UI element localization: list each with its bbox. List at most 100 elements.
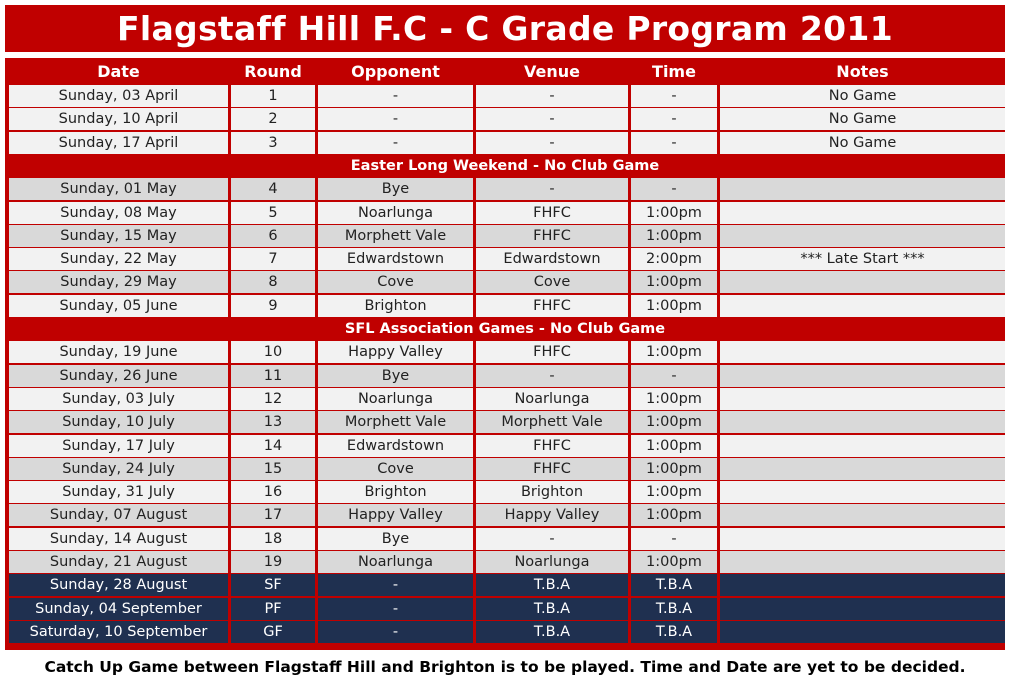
notes-cell <box>720 271 1005 294</box>
round-cell: 9 <box>231 294 315 317</box>
date-cell: Sunday, 31 July <box>9 481 228 504</box>
notes-cell <box>720 597 1005 620</box>
table-row: Sunday, 26 June 11 Bye - - <box>5 364 1005 387</box>
date-cell: Sunday, 21 August <box>9 551 228 573</box>
table-header-row: Date Round Opponent Venue Time Notes <box>5 61 1005 83</box>
date-cell: Sunday, 07 August <box>9 504 228 527</box>
date-cell: Sunday, 03 July <box>9 387 228 410</box>
notes-cell <box>720 504 1005 527</box>
round-cell: 14 <box>231 434 315 457</box>
notes-cell <box>720 574 1005 597</box>
time-cell: 1:00pm <box>631 411 717 434</box>
venue-cell: Brighton <box>476 481 628 504</box>
table-row: Sunday, 07 August 17 Happy Valley Happy Val… <box>5 504 1005 527</box>
venue-cell: - <box>476 131 628 154</box>
time-cell: 1:00pm <box>631 434 717 457</box>
venue-cell: - <box>476 178 628 201</box>
venue-cell: Noarlunga <box>476 551 628 573</box>
table-row: Sunday, 03 July 12 Noarlunga Noarlunga 1:00p… <box>5 387 1005 410</box>
notes-cell: No Game <box>720 85 1005 107</box>
time-cell: 1:00pm <box>631 504 717 527</box>
venue-cell: FHFC <box>476 294 628 317</box>
table-row: Sunday, 17 July 14 Edwardstown FHFC 1:00pm <box>5 434 1005 457</box>
venue-cell: Morphett Vale <box>476 411 628 434</box>
table-row: Sunday, 14 August 18 Bye - - <box>5 527 1005 550</box>
table-row: Sunday, 22 May 7 Edwardstown Edwardstown 2:0… <box>5 248 1005 271</box>
round-cell: 18 <box>231 527 315 550</box>
time-cell: T.B.A <box>631 620 717 643</box>
date-cell: Sunday, 19 June <box>9 341 228 364</box>
opponent-cell: Bye <box>318 178 473 201</box>
venue-cell: Happy Valley <box>476 504 628 527</box>
notes-cell: No Game <box>720 131 1005 154</box>
opponent-cell: Morphett Vale <box>318 411 473 434</box>
opponent-cell: Edwardstown <box>318 248 473 271</box>
section-divider-row: Easter Long Weekend - No Club Game <box>350 157 660 174</box>
table-row: Sunday, 19 June 10 Happy Valley FHFC 1:00pm <box>5 341 1005 364</box>
venue-cell: - <box>476 108 628 131</box>
time-cell: 1:00pm <box>631 341 717 364</box>
round-cell: 5 <box>231 201 315 224</box>
notes-cell <box>720 178 1005 201</box>
footer-note: Catch Up Game between Flagstaff Hill and… <box>44 658 966 676</box>
round-cell: 4 <box>231 178 315 201</box>
table-row: Sunday, 08 May 5 Noarlunga FHFC 1:00pm <box>5 201 1005 224</box>
date-cell: Sunday, 10 April <box>9 108 228 131</box>
header-venue: Venue <box>524 62 580 81</box>
table-row: Sunday, 15 May 6 Morphett Vale FHFC 1:00pm <box>5 224 1005 247</box>
notes-cell <box>720 201 1005 224</box>
venue-cell: - <box>476 364 628 387</box>
round-cell: 1 <box>231 85 315 107</box>
table-row: Sunday, 31 July 16 Brighton Brighton 1:00pm <box>5 481 1005 504</box>
opponent-cell: - <box>318 108 473 131</box>
venue-cell: FHFC <box>476 434 628 457</box>
date-cell: Sunday, 17 July <box>9 434 228 457</box>
opponent-cell: Cove <box>318 271 473 294</box>
notes-cell <box>720 620 1005 643</box>
round-cell: 11 <box>231 364 315 387</box>
time-cell: 2:00pm <box>631 248 717 271</box>
round-cell: 16 <box>231 481 315 504</box>
venue-cell: Noarlunga <box>476 387 628 410</box>
opponent-cell: Morphett Vale <box>318 224 473 247</box>
opponent-cell: Edwardstown <box>318 434 473 457</box>
page-title: Flagstaff Hill F.C - C Grade Program 201… <box>5 5 1005 52</box>
venue-cell: T.B.A <box>476 620 628 643</box>
round-cell: PF <box>231 597 315 620</box>
opponent-cell: Brighton <box>318 294 473 317</box>
header-round: Round <box>244 62 302 81</box>
time-cell: 1:00pm <box>631 224 717 247</box>
date-cell: Sunday, 01 May <box>9 178 228 201</box>
date-cell: Sunday, 08 May <box>9 201 228 224</box>
table-row: Sunday, 10 April 2- - - No Game <box>5 108 1005 131</box>
venue-cell: T.B.A <box>476 597 628 620</box>
date-cell: Sunday, 17 April <box>9 131 228 154</box>
round-cell: 13 <box>231 411 315 434</box>
date-cell: Sunday, 22 May <box>9 248 228 271</box>
header-notes: Notes <box>836 62 889 81</box>
section-divider-row: SFL Association Games - No Club Game <box>344 321 666 337</box>
time-cell: - <box>631 131 717 154</box>
time-cell: T.B.A <box>631 574 717 597</box>
time-cell: 1:00pm <box>631 481 717 504</box>
time-cell: 1:00pm <box>631 457 717 480</box>
notes-cell <box>720 387 1005 410</box>
opponent-cell: Happy Valley <box>318 504 473 527</box>
opponent-cell: Bye <box>318 364 473 387</box>
round-cell: 2 <box>231 108 315 131</box>
time-cell: 1:00pm <box>631 551 717 573</box>
notes-cell <box>720 411 1005 434</box>
table-row: Sunday, 01 May 4 Bye - - <box>5 178 1005 201</box>
header-date: Date <box>97 62 140 81</box>
table-row: Sunday, 17 April 3- - - No Game <box>5 131 1005 154</box>
date-cell: Sunday, 29 May <box>9 271 228 294</box>
time-cell: 1:00pm <box>631 271 717 294</box>
table-row: Sunday, 21 August 19 Noarlunga Noarlunga 1:0… <box>5 551 1005 573</box>
venue-cell: FHFC <box>476 224 628 247</box>
venue-cell: FHFC <box>476 341 628 364</box>
table-row: Sunday, 10 July 13 Morphett Vale Morphett V… <box>5 411 1005 434</box>
time-cell: - <box>631 178 717 201</box>
notes-cell <box>720 224 1005 247</box>
notes-cell: *** Late Start *** <box>720 248 1005 271</box>
date-cell: Sunday, 28 August <box>9 574 228 597</box>
